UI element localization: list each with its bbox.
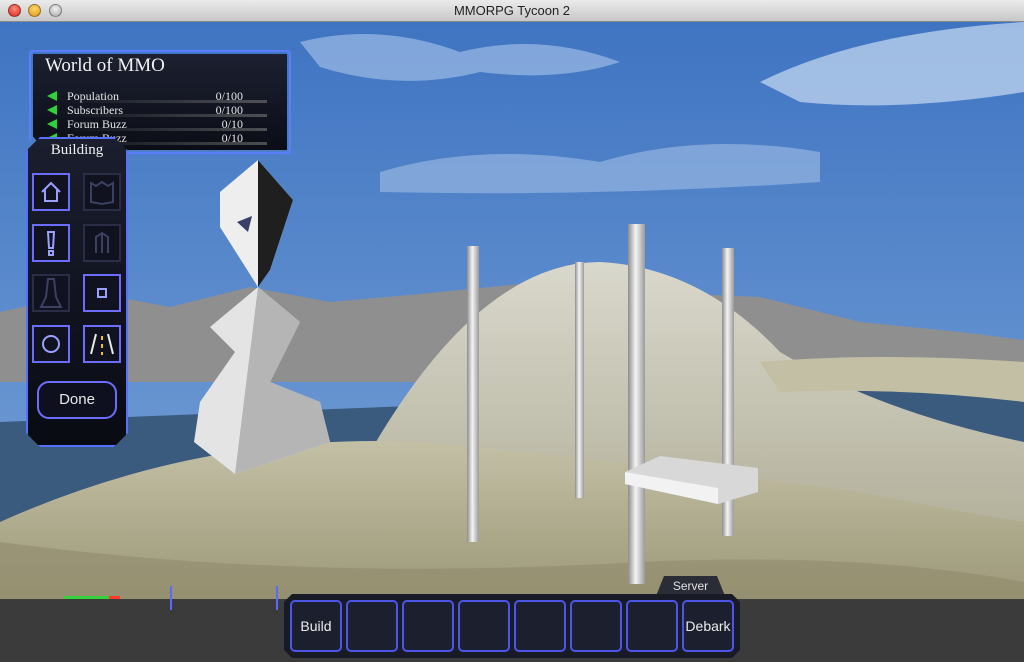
exclamation-icon[interactable] bbox=[32, 224, 70, 262]
world-name: World of MMO bbox=[45, 55, 165, 76]
house-icon[interactable] bbox=[32, 173, 70, 211]
window-title: MMORPG Tycoon 2 bbox=[453, 3, 571, 18]
debark-button[interactable]: Debark bbox=[682, 600, 734, 652]
build-button[interactable]: Build bbox=[290, 600, 342, 652]
stat-row-forum-buzz: Forum Buzz 0/10 bbox=[47, 117, 267, 131]
action-slot-7[interactable] bbox=[626, 600, 678, 652]
castle-icon[interactable] bbox=[83, 173, 121, 211]
road-icon[interactable] bbox=[83, 325, 121, 363]
world-stats-panel: World of MMO Population 0/100 Subscriber… bbox=[33, 54, 287, 150]
stat-row-population: Population 0/100 bbox=[47, 89, 267, 103]
building-panel-title: Building bbox=[50, 142, 104, 158]
health-bar bbox=[64, 596, 120, 599]
marker-line bbox=[170, 586, 172, 610]
circle-icon[interactable] bbox=[32, 325, 70, 363]
action-slot-4[interactable] bbox=[458, 600, 510, 652]
small-square-icon[interactable] bbox=[83, 274, 121, 312]
tower-icon[interactable] bbox=[32, 274, 70, 312]
action-slot-5[interactable] bbox=[514, 600, 566, 652]
door-icon[interactable] bbox=[83, 224, 121, 262]
green-arrow-icon bbox=[47, 119, 57, 129]
stat-row-subscribers: Subscribers 0/100 bbox=[47, 103, 267, 117]
green-arrow-icon bbox=[47, 91, 57, 101]
marker-line bbox=[276, 586, 278, 610]
action-slot-2[interactable] bbox=[346, 600, 398, 652]
window-title-bar[interactable]: MMORPG Tycoon 2 bbox=[0, 0, 1024, 22]
action-bar: Build Debark bbox=[284, 594, 740, 658]
green-arrow-icon bbox=[47, 105, 57, 115]
server-tab[interactable]: Server bbox=[656, 576, 725, 596]
action-slot-6[interactable] bbox=[570, 600, 622, 652]
building-panel: Building Done bbox=[26, 137, 128, 447]
done-button[interactable]: Done bbox=[37, 381, 117, 419]
action-slot-3[interactable] bbox=[402, 600, 454, 652]
